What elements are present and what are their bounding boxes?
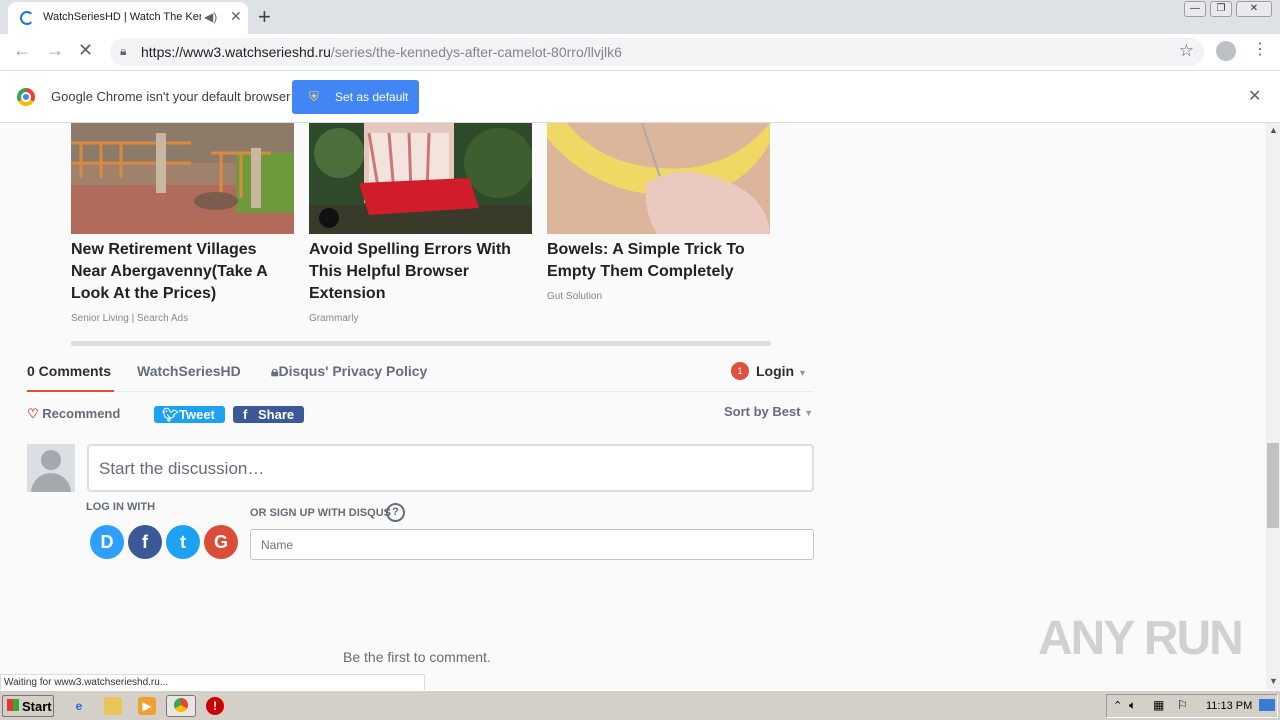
help-icon[interactable]: ?	[386, 503, 405, 522]
stop-sign-icon[interactable]: !	[206, 697, 224, 715]
log-in-with-label: LOG IN WITH	[86, 501, 156, 513]
ad-title[interactable]: Avoid Spelling Errors With This Helpful …	[309, 239, 532, 305]
windows-logo-icon	[7, 699, 19, 711]
speaker-icon[interactable]: ◀)	[204, 10, 217, 24]
scroll-down-icon[interactable]: ▼	[1269, 676, 1278, 686]
facebook-icon: f	[243, 407, 248, 422]
ad-title[interactable]: Bowels: A Simple Trick To Empty Them Com…	[547, 239, 770, 283]
chrome-icon	[174, 698, 188, 712]
bookmark-star-icon[interactable]: ☆	[1179, 41, 1194, 61]
default-browser-infobar: Google Chrome isn't your default browser…	[0, 71, 1280, 123]
stop-icon[interactable]: ✕	[78, 40, 93, 61]
loading-spinner-icon	[20, 11, 34, 25]
ad-image-porch[interactable]	[71, 123, 294, 234]
tab-site[interactable]: WatchSeriesHD	[137, 363, 241, 379]
avatar	[27, 444, 75, 492]
windows-taskbar: Start e ▶ ! ⌃ 🔈︎ ▦ ⚐ 11:13 PM	[0, 690, 1280, 720]
scroll-thumb[interactable]	[1267, 443, 1279, 528]
start-button[interactable]: Start	[2, 695, 54, 717]
recommend-button[interactable]: ♡ Recommend	[27, 406, 120, 422]
minimize-button[interactable]: —	[1184, 1, 1206, 17]
status-bar: Waiting for www3.watchserieshd.ru...	[0, 674, 425, 690]
browser-tab[interactable]: WatchSeriesHD | Watch The Kennedys After…	[8, 2, 248, 34]
disqus-login-icon[interactable]: D	[90, 525, 124, 559]
active-tab-indicator	[27, 390, 114, 392]
chevron-down-icon: ▼	[798, 368, 807, 378]
set-as-default-label: Set as default	[335, 90, 409, 104]
nav-divider	[27, 391, 814, 392]
page-scrollbar[interactable]: ▲ ▼	[1266, 123, 1280, 690]
recommend-label: Recommend	[42, 406, 121, 421]
file-explorer-icon[interactable]	[104, 697, 122, 715]
infobar-close-icon[interactable]: ✕	[1248, 86, 1261, 106]
anyrun-watermark: ANY RUN	[1038, 612, 1244, 665]
share-button[interactable]: f Share	[233, 406, 304, 423]
notification-badge[interactable]: 1	[731, 362, 749, 380]
set-as-default-button[interactable]: ⛨ Set as default	[292, 80, 419, 114]
volume-icon[interactable]: 🔈︎	[1129, 698, 1136, 713]
restore-button[interactable]: ❐	[1210, 1, 1232, 17]
tab-title: WatchSeriesHD | Watch The Kennedys After…	[43, 11, 201, 23]
start-label: Start	[22, 699, 52, 714]
name-input[interactable]	[250, 529, 814, 560]
address-bar[interactable]: 🔒︎ https://www3.watchserieshd.ru/series/…	[110, 38, 1204, 66]
menu-kebab-icon[interactable]: ⋮	[1252, 39, 1268, 59]
url-text[interactable]: https://www3.watchserieshd.ru/series/the…	[141, 44, 622, 60]
browser-toolbar: ← → ✕ 🔒︎ https://www3.watchserieshd.ru/s…	[0, 34, 1280, 71]
taskbar-clock: 11:13 PM	[1206, 700, 1253, 712]
sign-up-label: OR SIGN UP WITH DISQUS	[250, 507, 391, 519]
chevron-down-icon: ▼	[804, 408, 814, 418]
tab-privacy-policy[interactable]: 🔒︎Disqus' Privacy Policy	[271, 363, 427, 380]
chrome-logo-icon	[17, 88, 35, 106]
network-icon[interactable]: ▦	[1153, 698, 1164, 712]
tab-close-icon[interactable]: ✕	[230, 8, 242, 25]
show-desktop-icon[interactable]	[1259, 699, 1275, 711]
tab-strip: WatchSeriesHD | Watch The Kennedys After…	[0, 0, 1280, 34]
heart-icon: ♡	[27, 406, 39, 421]
login-menu[interactable]: Login ▼	[756, 363, 807, 379]
twitter-login-icon[interactable]: t	[166, 525, 200, 559]
lock-icon[interactable]: 🔒︎	[120, 44, 126, 59]
ad-image-reading[interactable]	[309, 123, 532, 234]
tab-comments[interactable]: 0 Comments	[27, 363, 111, 379]
privacy-label: Disqus' Privacy Policy	[278, 363, 428, 379]
sort-dropdown[interactable]: Sort by Best ▼	[724, 404, 813, 419]
tweet-button[interactable]: 🐦︎ Tweet	[154, 406, 225, 423]
facebook-login-icon[interactable]: f	[128, 525, 162, 559]
scroll-up-icon[interactable]: ▲	[1269, 125, 1278, 135]
infobar-message: Google Chrome isn't your default browser	[51, 89, 291, 104]
forward-icon[interactable]: →	[46, 40, 64, 61]
ad-source[interactable]: Gut Solution	[547, 291, 602, 302]
discussion-input[interactable]: Start the discussion…	[87, 444, 814, 492]
new-tab-button[interactable]: +	[258, 4, 271, 30]
uac-shield-icon: ⛨	[309, 89, 319, 104]
ad-source[interactable]: Grammarly	[309, 313, 358, 324]
page-content: New Retirement Villages Near Abergavenny…	[0, 123, 1266, 690]
action-center-flag-icon[interactable]: ⚐	[1177, 698, 1188, 712]
media-player-icon[interactable]: ▶	[138, 697, 156, 715]
tray-expand-icon[interactable]: ⌃	[1113, 699, 1122, 712]
google-login-icon[interactable]: G	[204, 525, 238, 559]
tweet-label: Tweet	[179, 407, 215, 422]
ad-image-banana[interactable]	[547, 123, 770, 234]
login-label: Login	[756, 363, 795, 379]
twitter-icon: 🐦︎	[162, 407, 179, 422]
profile-avatar-icon[interactable]	[1216, 41, 1236, 61]
sort-label: Sort by Best	[724, 404, 801, 419]
ad-divider	[71, 341, 771, 346]
close-window-button[interactable]: ✕	[1236, 1, 1272, 17]
back-icon[interactable]: ←	[13, 40, 31, 61]
share-label: Share	[258, 407, 295, 422]
ad-title[interactable]: New Retirement Villages Near Abergavenny…	[71, 239, 294, 305]
chrome-taskbar-button[interactable]	[166, 695, 196, 717]
ad-source[interactable]: Senior Living | Search Ads	[71, 313, 188, 324]
empty-comments-message: Be the first to comment.	[343, 649, 491, 665]
internet-explorer-icon[interactable]: e	[70, 697, 88, 715]
